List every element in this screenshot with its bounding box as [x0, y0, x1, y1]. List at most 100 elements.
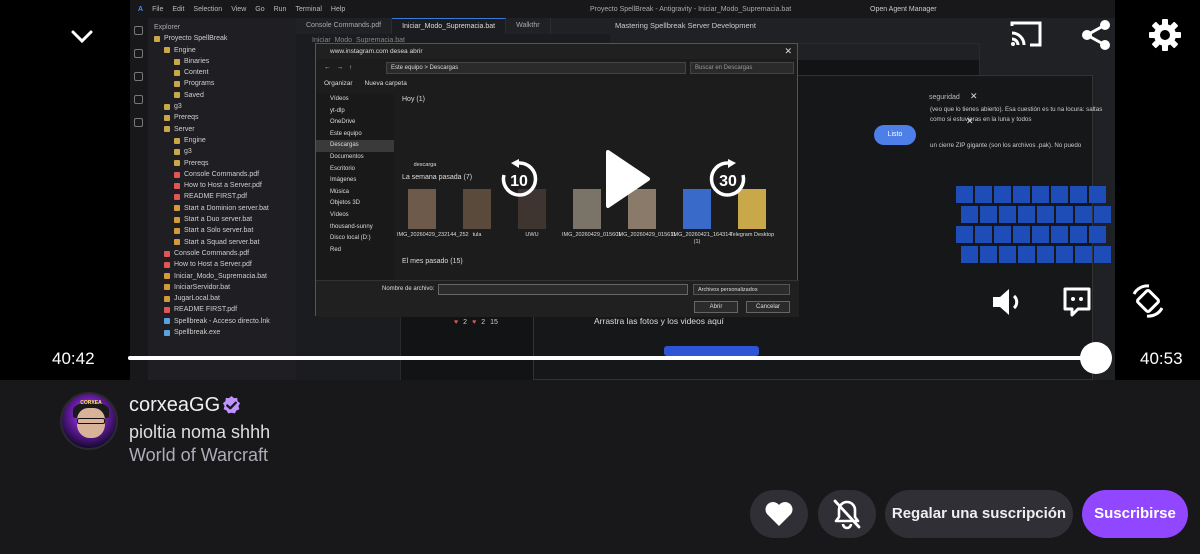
filename-label: Nombre de archivo:	[382, 286, 435, 292]
settings-button[interactable]	[1147, 17, 1183, 53]
ide-menu-bar: A File Edit Selection View Go Run Termin…	[130, 0, 1115, 18]
explorer-item-label: Console Commands.pdf	[174, 249, 250, 257]
chevron-down-icon	[71, 30, 93, 44]
heart-icon: ♥	[454, 319, 459, 326]
explorer-item: How to Host a Server.pdf	[148, 259, 296, 270]
cast-button[interactable]	[1008, 18, 1044, 50]
organize-button: Organizar	[324, 80, 353, 87]
dialog-address-bar: Este equipo > Descargas	[386, 62, 686, 74]
ide-explorer: Explorer Proyecto SpellBreak Engine Binari…	[148, 18, 296, 380]
progress-scrubber[interactable]	[1080, 342, 1112, 374]
explorer-item-label: README FIRST.pdf	[174, 306, 238, 314]
nav-pane-item: Descargas	[316, 140, 394, 152]
volume-button[interactable]	[990, 285, 1024, 319]
ide-tab: Walkthr	[506, 18, 551, 34]
agent-message-line: un cierre ZIP gigante (son los archivos …	[930, 142, 1082, 149]
keyboard-key	[956, 186, 973, 203]
explorer-item: Console Commands.pdf	[148, 169, 296, 180]
explorer-item: Spellbreak - Acceso directo.lnk	[148, 316, 296, 327]
path-segment: Descargas	[429, 65, 459, 71]
dialog-footer: Nombre de archivo: Archivos personalizad…	[316, 280, 799, 317]
extensions-icon	[134, 118, 143, 127]
run-icon	[134, 95, 143, 104]
explorer-item: Server	[148, 124, 296, 135]
share-button[interactable]	[1079, 18, 1113, 52]
explorer-item-label: Content	[184, 69, 209, 77]
explorer-item-label: Proyecto SpellBreak	[164, 35, 228, 43]
explorer-item-label: JugarLocal.bat	[174, 295, 220, 303]
rewind-seconds: 10	[510, 173, 528, 190]
explorer-item: README FIRST.pdf	[148, 191, 296, 202]
gift-subscription-button[interactable]: Regalar una suscripción	[885, 490, 1073, 538]
nav-pane-item: OneDrive	[330, 119, 356, 126]
explorer-item: Start a Solo server.bat	[148, 225, 296, 236]
reaction-counts: ♥ 2 ♥ 2 15	[454, 319, 498, 326]
play-button[interactable]	[604, 148, 652, 210]
explorer-item-label: Start a Squad server.bat	[184, 238, 260, 246]
forward-button[interactable]: 30	[707, 158, 749, 200]
explorer-item-label: How to Host a Server.pdf	[184, 182, 262, 190]
folder-icon	[164, 103, 170, 110]
keyboard-key	[1018, 206, 1035, 223]
cancel-button: Cancelar	[746, 301, 790, 313]
keyboard-key	[1013, 226, 1030, 243]
channel-name[interactable]: corxeaGG	[129, 394, 220, 417]
progress-bar[interactable]	[128, 342, 1112, 374]
explorer-item-label: g3	[174, 103, 182, 111]
filename-input	[438, 284, 688, 295]
explorer-item-label: Prereqs	[184, 159, 209, 167]
explorer-item: Prereqs	[148, 158, 296, 169]
explorer-item-label: How to Host a Server.pdf	[174, 261, 252, 269]
nav-pane-item: Documentos	[330, 153, 364, 160]
nav-pane-item: Este equipo	[330, 130, 362, 137]
folder-icon	[174, 137, 180, 144]
keyboard-key	[1037, 246, 1054, 263]
keyboard-key	[999, 206, 1016, 223]
nav-pane-item: Escritorio	[330, 165, 356, 172]
cast-icon	[1010, 21, 1042, 47]
file-label: tula	[472, 232, 482, 238]
files-icon	[134, 26, 143, 35]
new-folder-button: Nueva carpeta	[364, 80, 407, 87]
explorer-header: Explorer	[154, 24, 181, 31]
collapse-player-button[interactable]	[68, 22, 96, 50]
file-label: descarga	[413, 162, 437, 168]
rewind-button[interactable]: 10	[498, 158, 540, 200]
filetype-select: Archivos personalizados	[693, 284, 790, 295]
on-screen-keyboard	[956, 186, 1115, 266]
explorer-item-label: Prereqs	[174, 114, 199, 122]
progress-fill	[128, 356, 1096, 360]
subscribe-button[interactable]: Suscribirse	[1082, 490, 1188, 538]
file-icon	[164, 329, 170, 336]
keyboard-key	[1070, 186, 1087, 203]
source-control-icon	[134, 72, 143, 81]
video-player[interactable]: A File Edit Selection View Go Run Termin…	[0, 0, 1200, 380]
open-button: Abrir	[694, 301, 738, 313]
explorer-item-label: README FIRST.pdf	[184, 193, 248, 201]
file-icon	[174, 171, 180, 178]
folder-icon	[174, 58, 180, 65]
file-thumbnail	[408, 189, 436, 229]
avatar[interactable]: CORXEA	[60, 392, 118, 450]
explorer-item: Start a Squad server.bat	[148, 237, 296, 248]
dialog-title-text: www.instagram.com desea abrir	[330, 48, 423, 55]
current-time: 40:42	[52, 349, 95, 368]
bell-off-icon	[833, 499, 861, 530]
follow-button[interactable]	[750, 490, 808, 538]
stream-title: pioltia noma shhh	[129, 422, 271, 442]
explorer-item: Start a Dominion server.bat	[148, 203, 296, 214]
notifications-button[interactable]	[818, 490, 876, 538]
category-link[interactable]: World of Warcraft	[129, 445, 268, 466]
channel-info: CORXEA corxeaGG pioltia noma shhh World …	[0, 380, 1200, 554]
ide-tab: Console Commands.pdf	[296, 18, 393, 34]
chat-button[interactable]	[1062, 286, 1092, 318]
keyboard-key	[1032, 186, 1049, 203]
chat-bubble-icon	[1063, 287, 1091, 317]
twitch-mobile-player: A File Edit Selection View Go Run Termin…	[0, 0, 1200, 554]
file-label: IMG_20260429_232144_252	[397, 232, 469, 238]
avatar-glasses	[77, 418, 105, 424]
explorer-item: Engine	[148, 45, 296, 56]
keyboard-key	[980, 206, 997, 223]
keyboard-key	[1037, 206, 1054, 223]
rotate-button[interactable]	[1131, 284, 1165, 318]
